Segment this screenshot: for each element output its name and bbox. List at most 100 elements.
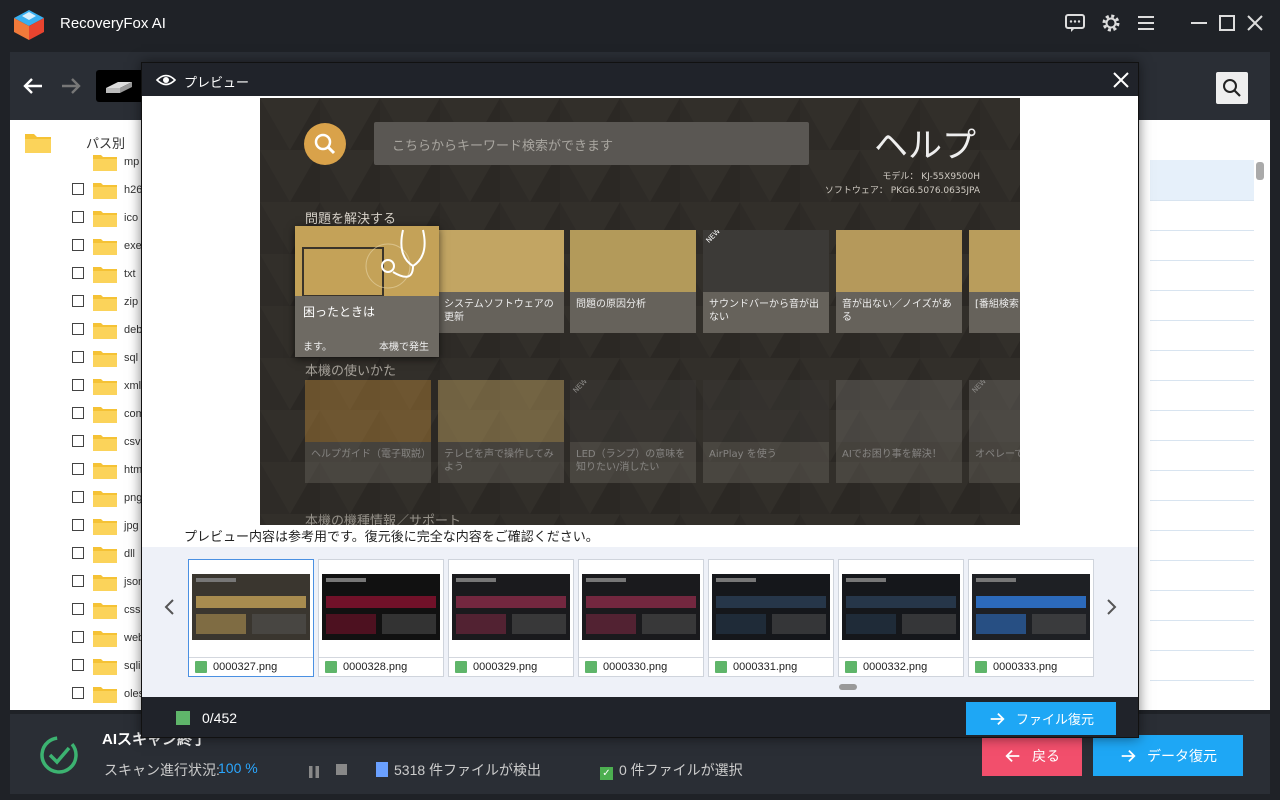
folder-icon: [92, 236, 118, 260]
thumbnail-image: [972, 574, 1090, 640]
arrow-right-icon: [990, 712, 1005, 725]
tree-item-checkbox[interactable]: [72, 183, 84, 195]
thumbnail-checkbox[interactable]: [585, 661, 597, 673]
thumbnail-divider: [319, 657, 443, 658]
preview-tile-caption: AirPlay を使う: [709, 449, 777, 460]
tree-item-checkbox[interactable]: [72, 491, 84, 503]
tree-item-checkbox[interactable]: [72, 239, 84, 251]
tree-item-checkbox[interactable]: [72, 267, 84, 279]
row-divider: [1150, 620, 1254, 621]
preview-tile-caption: 音が出ない／ノイズがある: [842, 299, 952, 323]
thumbnail-checkbox[interactable]: [455, 661, 467, 673]
thumbnail-item[interactable]: 0000331.png: [708, 559, 834, 677]
thumbnail-checkbox[interactable]: [195, 661, 207, 673]
folder-icon: [92, 544, 118, 568]
tree-item-label: zip: [124, 296, 139, 308]
row-divider: [1150, 680, 1254, 681]
thumbnail-divider: [449, 657, 573, 658]
tree-item-label: sql: [124, 352, 139, 364]
tree-item-label: css: [124, 604, 141, 616]
tree-item-checkbox[interactable]: [72, 659, 84, 671]
thumbnail-filename: 0000331.png: [733, 661, 798, 673]
tree-item-checkbox[interactable]: [72, 687, 84, 699]
file-recover-button[interactable]: ファイル復元: [966, 702, 1116, 735]
scrollbar[interactable]: [1256, 162, 1264, 180]
thumbnail-item[interactable]: 0000329.png: [448, 559, 574, 677]
thumbnail-divider: [709, 657, 833, 658]
chevron-left-icon[interactable]: [160, 597, 180, 617]
minimize-icon[interactable]: [1187, 11, 1211, 35]
row-divider: [1150, 650, 1254, 651]
tree-item-label: htm: [124, 464, 143, 476]
preview-tile: テレビを声で操作してみよう: [438, 380, 564, 483]
new-badge: NEW: [704, 230, 722, 245]
preview-tile: AirPlay を使う: [703, 380, 829, 483]
scan-progress-value: 100 %: [218, 760, 258, 776]
feedback-icon[interactable]: [1063, 11, 1087, 35]
row-divider: [1150, 380, 1254, 381]
tree-item-checkbox[interactable]: [72, 519, 84, 531]
data-recover-button[interactable]: データ復元: [1093, 735, 1243, 776]
preview-tile-caption: テレビを声で操作してみよう: [444, 449, 554, 473]
thumbnail-item[interactable]: 0000330.png: [578, 559, 704, 677]
row-divider: [1150, 440, 1254, 441]
checkbox-icon: ✓: [600, 767, 613, 780]
tree-item-checkbox[interactable]: [72, 211, 84, 223]
dialog-title: プレビュー: [184, 75, 250, 90]
horizontal-scrollbar[interactable]: [839, 684, 857, 690]
chevron-right-icon[interactable]: [1101, 597, 1121, 617]
row-divider: [1150, 470, 1254, 471]
folder-icon: [92, 460, 118, 484]
tree-item-checkbox[interactable]: [72, 575, 84, 587]
select-all-checkbox[interactable]: [176, 711, 190, 725]
tree-item-checkbox[interactable]: [72, 379, 84, 391]
preview-tile: AIでお困り事を解決！: [836, 380, 962, 483]
folder-icon: [25, 134, 51, 153]
thumbnail-image: [842, 574, 960, 640]
menu-icon[interactable]: [1134, 11, 1158, 35]
thumbnail-checkbox[interactable]: [325, 661, 337, 673]
folder-icon: [92, 320, 118, 344]
tree-item-checkbox[interactable]: [72, 351, 84, 363]
tree-item-checkbox[interactable]: [72, 547, 84, 559]
tree-item-checkbox[interactable]: [72, 631, 84, 643]
folder-icon: [92, 628, 118, 652]
thumbnail-item[interactable]: 0000327.png: [188, 559, 314, 677]
folder-icon: [92, 516, 118, 540]
maximize-icon[interactable]: [1215, 11, 1239, 35]
row-divider: [1150, 230, 1254, 231]
selection-count: 0/452: [202, 710, 238, 726]
preview-area: こちらからキーワード検索ができます ヘルプ モデル： KJ-55X9500H ソ…: [142, 96, 1138, 547]
pause-icon[interactable]: [308, 763, 320, 778]
close-icon[interactable]: [1243, 11, 1267, 35]
thumbnail-filename: 0000328.png: [343, 661, 408, 673]
forward-arrow-icon[interactable]: [56, 72, 84, 100]
tree-item-checkbox[interactable]: [72, 435, 84, 447]
back-button[interactable]: 戻る: [982, 736, 1082, 776]
preview-image: こちらからキーワード検索ができます ヘルプ モデル： KJ-55X9500H ソ…: [260, 98, 1020, 525]
back-arrow-icon[interactable]: [20, 72, 48, 100]
tree-item-checkbox[interactable]: [72, 323, 84, 335]
tree-item-checkbox[interactable]: [72, 407, 84, 419]
thumbnail-item[interactable]: 0000328.png: [318, 559, 444, 677]
tree-item-checkbox[interactable]: [72, 463, 84, 475]
thumbnail-item[interactable]: 0000333.png: [968, 559, 1094, 677]
thumbnail-item[interactable]: 0000332.png: [838, 559, 964, 677]
row-divider: [1150, 410, 1254, 411]
row-divider: [1150, 560, 1254, 561]
thumbnail-image: [322, 574, 440, 640]
thumbnail-checkbox[interactable]: [975, 661, 987, 673]
tree-item-checkbox[interactable]: [72, 603, 84, 615]
folder-icon: [92, 208, 118, 232]
selected-row[interactable]: [1150, 160, 1254, 200]
stop-icon[interactable]: [336, 764, 347, 775]
thumbnail-checkbox[interactable]: [715, 661, 727, 673]
preview-search-icon: [304, 123, 346, 165]
search-button[interactable]: [1216, 72, 1248, 104]
tree-item-label: dll: [124, 548, 136, 560]
tree-item-checkbox[interactable]: [72, 295, 84, 307]
settings-icon[interactable]: [1099, 11, 1123, 35]
dialog-close-icon[interactable]: [1110, 69, 1132, 91]
thumbnail-filename: 0000329.png: [473, 661, 538, 673]
thumbnail-checkbox[interactable]: [845, 661, 857, 673]
